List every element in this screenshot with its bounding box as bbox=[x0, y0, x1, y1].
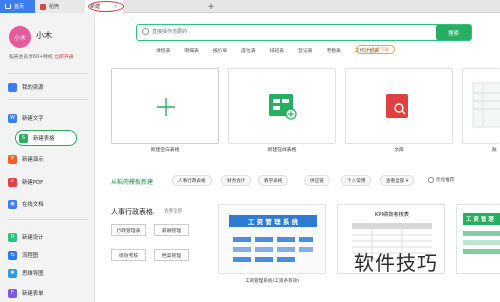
sheet-icon: S bbox=[19, 133, 28, 143]
template-card-partial[interactable]: 工 资 管 理 bbox=[456, 204, 500, 274]
sidebar-item-label: 新建PDF bbox=[22, 180, 44, 186]
pdf-icon: P bbox=[8, 177, 17, 187]
view-all-dropdown[interactable]: 查看全部 ▾ bbox=[380, 175, 415, 186]
sidebar-item-new-pdf[interactable]: P 新建PDF bbox=[8, 175, 88, 189]
highlight-oval bbox=[88, 1, 124, 12]
template-preview bbox=[463, 231, 500, 254]
member-download-button[interactable]: 会员免费下载 bbox=[356, 45, 395, 54]
quick-link[interactable]: 报价单 bbox=[213, 47, 227, 54]
card-label: 新建空白表格 bbox=[150, 148, 180, 153]
category-button[interactable]: 档案管理 bbox=[154, 249, 189, 261]
sidebar-item-label: 我的资源 bbox=[22, 85, 44, 91]
form-icon: F bbox=[8, 288, 17, 298]
sidebar-item-new-design[interactable]: D 新建设计 bbox=[8, 230, 88, 244]
sidebar-item-mindmap[interactable]: ✱ 思维导图 bbox=[8, 266, 88, 280]
online-sheet-icon bbox=[269, 94, 297, 120]
mindmap-icon: ✱ bbox=[8, 268, 17, 278]
word-icon: W bbox=[8, 113, 17, 123]
presentation-icon: P bbox=[8, 154, 17, 164]
watermark-text: 软件技巧 bbox=[354, 251, 438, 275]
sidebar-item-new-form[interactable]: F 新建表单 bbox=[8, 286, 88, 300]
sidebar-item-label: 思维导图 bbox=[22, 271, 44, 277]
plus-icon bbox=[157, 98, 175, 116]
search-icon bbox=[142, 28, 149, 35]
sidebar-item-new-sheet[interactable]: S 新建表格 bbox=[15, 130, 77, 146]
search-input[interactable] bbox=[152, 25, 402, 39]
filter-title: 从稻壳模板新建 bbox=[111, 179, 154, 186]
home-icon bbox=[5, 4, 11, 9]
new-tab-button[interactable]: + bbox=[206, 0, 216, 13]
member-promo: 稻壳会员享60+特权 bbox=[9, 55, 53, 60]
library-icon bbox=[386, 94, 408, 118]
sidebar-item-label: 新建文字 bbox=[22, 116, 44, 122]
online-doc-icon: ◉ bbox=[8, 199, 17, 209]
sidebar-item-label: 新建设计 bbox=[22, 235, 44, 241]
quick-link[interactable]: 明细表 bbox=[184, 47, 198, 54]
design-icon: D bbox=[8, 232, 17, 242]
settings-icon bbox=[428, 177, 434, 183]
avatar[interactable]: 小木 bbox=[9, 26, 31, 48]
sidebar-item-label: 在线文档 bbox=[22, 202, 44, 208]
quick-link[interactable]: 登记表 bbox=[298, 47, 312, 54]
sheet-preview-icon bbox=[472, 82, 500, 128]
member-link[interactable]: 立即开通 bbox=[54, 55, 73, 60]
sidebar-item-new-presentation[interactable]: P 新建演示 bbox=[8, 152, 88, 166]
filter-chip[interactable]: 个人常用 bbox=[341, 175, 372, 186]
sidebar-item-resources[interactable]: 我的资源 bbox=[8, 80, 88, 94]
quick-link[interactable]: 排班表 bbox=[270, 47, 284, 54]
template-card-partial[interactable] bbox=[462, 68, 500, 144]
quick-link[interactable]: 考勤表 bbox=[326, 47, 340, 54]
divider bbox=[8, 219, 88, 220]
category-button[interactable]: 行政管理表 bbox=[111, 224, 146, 236]
template-card[interactable]: 工 资 管 理 系 统 bbox=[218, 204, 326, 274]
sidebar-item-label: 新建表格 bbox=[33, 136, 55, 142]
view-all-link[interactable]: 查看全部 bbox=[164, 208, 182, 214]
template-title: 工 资 管 理 bbox=[463, 213, 500, 225]
filter-chip[interactable]: 财务会计 bbox=[221, 175, 252, 186]
member-text: 稻壳会员享60+特权 立即开通 bbox=[9, 53, 73, 60]
card-label: 文库 bbox=[394, 148, 404, 153]
new-online-sheet-card[interactable] bbox=[228, 68, 336, 144]
category-button[interactable]: 薪酬管理 bbox=[154, 224, 189, 236]
sidebar-item-new-doc[interactable]: W 新建文字 bbox=[8, 111, 88, 125]
template-label: 工资管理系统(工资条有效) bbox=[244, 279, 300, 284]
sidebar-item-flowchart[interactable]: ⇆ 流程图 bbox=[8, 248, 88, 262]
tab-home[interactable]: 首页 bbox=[0, 0, 35, 13]
sidebar-item-online-doc[interactable]: ◉ 在线文档 bbox=[8, 197, 88, 211]
divider bbox=[8, 73, 88, 74]
filter-chip[interactable]: 教学表格 bbox=[258, 175, 289, 186]
shell-logo-icon bbox=[40, 3, 46, 10]
tab-shell-label: 稻壳 bbox=[49, 4, 60, 10]
section-title: 人事行政表格 bbox=[111, 208, 153, 216]
sidebar-item-label: 新建演示 bbox=[22, 157, 44, 163]
template-title: 工 资 管 理 系 统 bbox=[229, 215, 317, 227]
tab-shell[interactable]: 稻壳 bbox=[35, 0, 85, 13]
filter-chip[interactable]: 人事行政表格 bbox=[172, 175, 212, 186]
quick-links: 课程表 明细表 报价单 座位表 排班表 登记表 考勤表 工作计划表 bbox=[156, 47, 379, 54]
library-card[interactable] bbox=[345, 68, 453, 144]
card-label: 新建在线表格 bbox=[267, 148, 297, 153]
template-preview bbox=[233, 237, 313, 262]
sidebar-item-label: 流程图 bbox=[22, 253, 39, 259]
filter-chip[interactable]: 供应链 bbox=[304, 175, 330, 186]
user-name: 小木 bbox=[36, 31, 52, 40]
quick-link[interactable]: 座位表 bbox=[241, 47, 255, 54]
tab-home-label: 首页 bbox=[14, 4, 25, 10]
optimize-toggle[interactable]: 优化推荐 bbox=[428, 177, 454, 183]
sidebar-item-label: 新建表单 bbox=[22, 291, 44, 297]
template-title: KPI绩效考核表 bbox=[375, 212, 409, 218]
category-button[interactable]: 绩效考核 bbox=[111, 249, 146, 261]
card-label: 账 bbox=[492, 148, 497, 153]
optimize-label: 优化推荐 bbox=[436, 178, 455, 183]
divider bbox=[8, 99, 88, 100]
flowchart-icon: ⇆ bbox=[8, 250, 17, 260]
new-blank-sheet-card[interactable] bbox=[111, 68, 219, 144]
quick-link[interactable]: 课程表 bbox=[156, 47, 170, 54]
cloud-icon bbox=[8, 82, 17, 92]
search-button[interactable]: 搜索 bbox=[436, 25, 471, 40]
